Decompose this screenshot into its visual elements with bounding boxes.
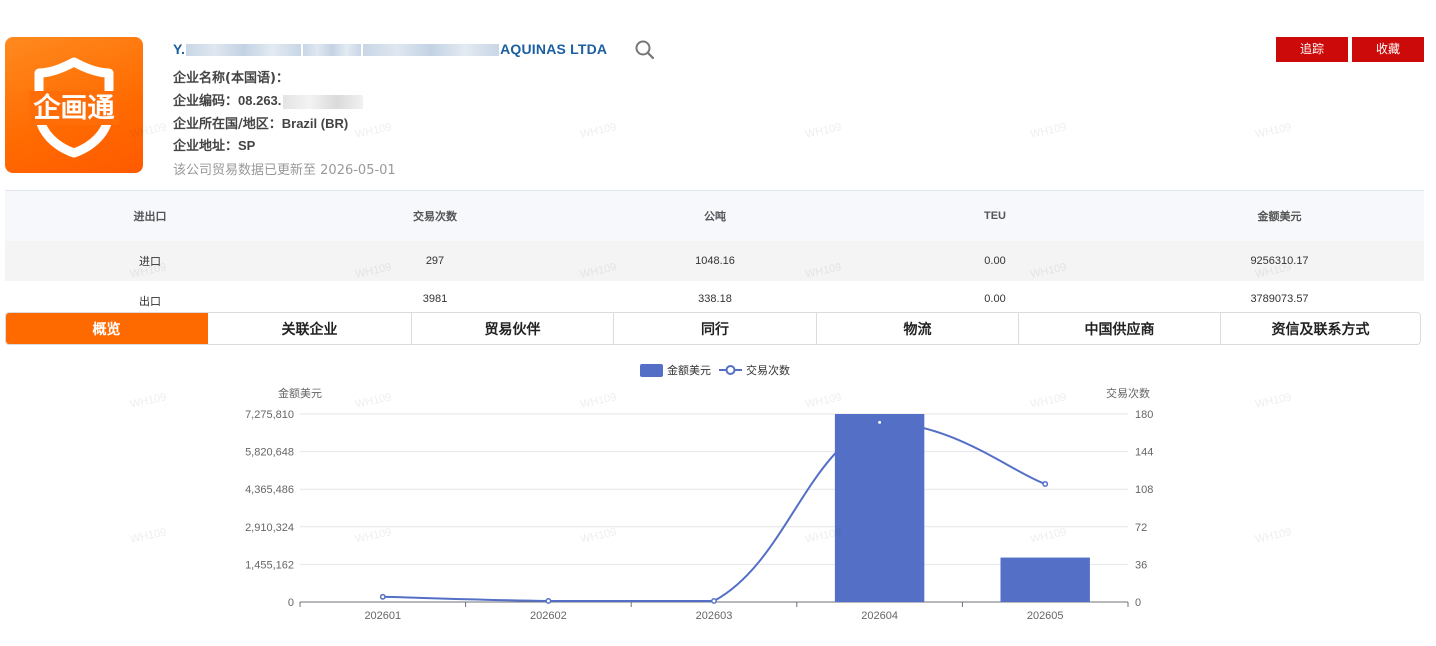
- right-tick-label: 0: [1135, 597, 1141, 609]
- right-tick-label: 36: [1135, 559, 1147, 571]
- table-cell: 297: [425, 255, 445, 267]
- header-cell: TEU: [984, 210, 1006, 222]
- company-code-label: 企业编码：: [173, 94, 239, 109]
- legend-line-marker: [725, 365, 736, 375]
- header-cell: 金额美元: [1257, 211, 1302, 223]
- right-axis-label: 交易次数: [1106, 386, 1150, 400]
- tab-trade-partners[interactable]: 贸易伙伴: [412, 313, 614, 344]
- left-tick-label: 7,275,810: [245, 409, 294, 421]
- line-point: [876, 419, 883, 426]
- watermark: WH109: [1254, 121, 1293, 141]
- update-notice: 该公司贸易数据已更新至 2026-05-01: [173, 159, 396, 178]
- country-label: 企业所在国/地区：: [173, 117, 282, 132]
- table-cell: 0.00: [984, 255, 1006, 267]
- right-tick-label: 108: [1135, 484, 1153, 496]
- right-tick-label: 180: [1135, 409, 1153, 421]
- tab-credit-contact[interactable]: 资信及联系方式: [1221, 313, 1420, 344]
- redacted-block: [186, 44, 302, 57]
- logo-text: 企画通: [34, 92, 115, 124]
- x-tick-label: 202605: [1027, 610, 1064, 622]
- header-cell: 公吨: [704, 211, 726, 223]
- left-tick-label: 1,455,162: [245, 559, 294, 571]
- company-name-suffix: AQUINAS LTDA: [500, 41, 608, 57]
- bar: [834, 414, 925, 602]
- company-code-value: 08.263.: [238, 93, 282, 108]
- table-cell: 进口: [139, 256, 161, 268]
- bar: [1000, 557, 1090, 602]
- watermark: WH109: [354, 121, 393, 141]
- line-point: [545, 598, 552, 604]
- line-point: [379, 593, 386, 600]
- legend-bar-icon: [640, 364, 663, 377]
- right-tick-label: 144: [1135, 447, 1153, 459]
- table-cell: 9256310.17: [1250, 255, 1309, 267]
- watermark: WH109: [579, 121, 618, 141]
- tab-logistics[interactable]: 物流: [817, 313, 1019, 344]
- tab-overview[interactable]: 概览: [6, 313, 208, 344]
- left-axis-label: 金额美元: [278, 386, 322, 400]
- section-tabs: 概览 关联企业 贸易伙伴 同行 物流 中国供应商 资信及联系方式: [5, 312, 1421, 345]
- header-cell: 交易次数: [413, 211, 457, 223]
- header-cell: 进出口: [133, 211, 167, 223]
- redacted-block: [283, 94, 364, 109]
- table-row: 进口 297 1048.16 0.00 9256310.17: [5, 241, 1424, 281]
- tab-china-suppliers[interactable]: 中国供应商: [1019, 313, 1221, 344]
- left-tick-label: 2,910,324: [245, 522, 294, 534]
- legend-label: 交易次数: [746, 363, 790, 377]
- chart-legend[interactable]: 金额美元 交易次数: [640, 363, 790, 377]
- left-tick-label: 0: [288, 597, 294, 609]
- country-row: 企业所在国/地区：Brazil (BR): [173, 113, 348, 132]
- update-date: 2026-05-01: [320, 163, 396, 178]
- table-cell: 1048.16: [695, 255, 735, 267]
- x-tick-label: 202604: [861, 610, 898, 622]
- company-name-prefix: Y.: [173, 41, 186, 57]
- watermark: WH109: [1029, 121, 1068, 141]
- company-name[interactable]: Y. AQUINAS LTDA: [173, 41, 607, 57]
- local-name-row: 企业名称(本国语)：: [173, 67, 289, 86]
- x-tick-label: 202602: [530, 610, 567, 622]
- left-tick-label: 4,365,486: [245, 484, 294, 496]
- right-tick-label: 72: [1135, 522, 1147, 534]
- watermark: WH109: [804, 121, 843, 141]
- trade-stats-table: 进出口 交易次数 公吨 TEU 金额美元 进口 297 1048.16 0.00…: [5, 190, 1424, 321]
- tab-related-companies[interactable]: 关联企业: [208, 313, 412, 344]
- legend-label: 金额美元: [667, 363, 711, 377]
- table-header: 进出口 交易次数 公吨 TEU 金额美元: [5, 191, 1424, 241]
- search-icon[interactable]: [634, 39, 656, 61]
- company-code-row: 企业编码：08.263.: [173, 90, 364, 109]
- local-name-label: 企业名称(本国语)：: [173, 71, 289, 86]
- redacted-block: [303, 44, 362, 57]
- series-line: [382, 421, 1046, 602]
- track-button[interactable]: 追踪: [1276, 37, 1348, 62]
- line-point: [711, 598, 717, 604]
- address-value: SP: [238, 138, 256, 153]
- favorite-button[interactable]: 收藏: [1352, 37, 1424, 62]
- left-tick-label: 5,820,648: [245, 447, 294, 459]
- line-point: [1042, 481, 1049, 487]
- country-value: Brazil (BR): [281, 116, 349, 131]
- company-logo: 企画通: [5, 37, 143, 173]
- address-label: 企业地址：: [173, 139, 239, 154]
- redacted-block: [363, 44, 500, 57]
- x-tick-label: 202601: [364, 610, 401, 622]
- trade-chart: 金额美元 交易次数 金额美元 交易次数 0 1,455,162 2,910,324 4…: [245, 363, 1153, 622]
- company-overview-page: 企画通 Y. AQUINAS LTDA 企业名称(本国语)： 企业编码：08.26…: [0, 0, 1436, 646]
- tab-peers[interactable]: 同行: [614, 313, 817, 344]
- x-tick-label: 202603: [696, 610, 733, 622]
- address-row: 企业地址：SP: [173, 135, 255, 154]
- update-text: 该公司贸易数据已更新至: [173, 163, 317, 178]
